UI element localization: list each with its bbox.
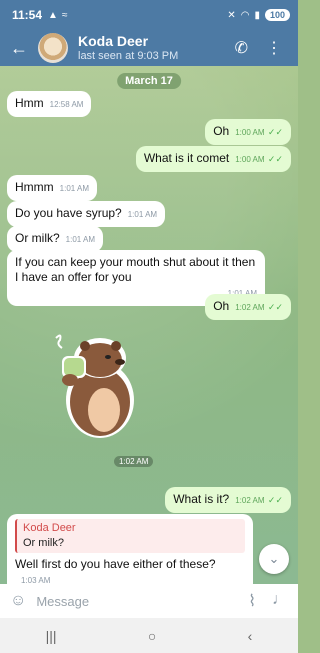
message-time: 1:02 AM	[235, 303, 265, 312]
read-checkmark-icon: ✓✓	[267, 127, 283, 137]
home-icon[interactable]: ○	[148, 628, 156, 644]
notification-icon: ▲	[48, 9, 58, 21]
date-separator: March 17	[117, 73, 181, 89]
reply-quote[interactable]: Koda Deer Or milk?	[15, 519, 245, 553]
message-time: 1:00 AM	[235, 155, 265, 164]
read-checkmark-icon: ✓✓	[267, 302, 283, 312]
message-time: 12:58 AM	[49, 100, 84, 109]
more-menu-icon[interactable]: ⋮	[266, 38, 282, 58]
message-bubble[interactable]: Hmm 12:58 AM	[7, 91, 92, 117]
battery-indicator: 100	[264, 9, 290, 21]
message-text: Hmmm	[15, 180, 54, 194]
last-seen-status: last seen at 9:03 PM	[78, 49, 179, 62]
message-time: 1:02 AM	[235, 496, 265, 505]
message-time: 1:01 AM	[59, 184, 90, 193]
call-icon[interactable]: ✆	[235, 38, 248, 58]
reply-text: Or milk?	[23, 537, 64, 549]
message-text: Or milk?	[15, 231, 60, 245]
back-arrow-icon[interactable]: ←	[0, 38, 38, 59]
message-time: 1:02 AM	[114, 456, 154, 467]
message-time: 1:00 AM	[235, 128, 265, 137]
read-checkmark-icon: ✓✓	[267, 154, 283, 164]
read-checkmark-icon: ✓✓	[267, 495, 283, 505]
system-nav-bar: ||| ○ ‹	[0, 618, 298, 653]
attach-icon[interactable]: ⌇	[248, 591, 256, 611]
message-bubble[interactable]: Koda Deer Or milk? Well first do you hav…	[7, 514, 253, 584]
otter-sticker[interactable]	[40, 330, 152, 438]
message-time: 1:03 AM	[21, 576, 51, 584]
message-bubble[interactable]: Hmmm 1:01 AM	[7, 175, 98, 201]
scroll-down-button[interactable]: ⌄	[259, 544, 289, 574]
wifi-icon: ◠	[240, 9, 250, 21]
emoji-icon[interactable]: ☺	[10, 592, 26, 610]
recent-apps-icon[interactable]: |||	[46, 628, 57, 644]
message-text: What is it?	[173, 492, 230, 506]
avatar[interactable]	[38, 33, 68, 63]
message-input[interactable]	[36, 593, 249, 609]
reply-author: Koda Deer	[23, 522, 76, 534]
message-bubble[interactable]: Oh 1:02 AM ✓✓	[205, 294, 291, 320]
status-bar: 11:54 ▲ ≈ ✕ ◠ ▮ 100	[0, 0, 298, 30]
message-text: Well first do you have either of these?	[15, 557, 216, 571]
message-bubble[interactable]: Do you have syrup? 1:01 AM	[7, 201, 166, 227]
message-time: 1:01 AM	[65, 235, 96, 244]
mute-icon: ✕	[227, 9, 236, 21]
message-time: 1:01 AM	[127, 210, 158, 219]
chat-header: ← Koda Deer last seen at 9:03 PM ✆ ⋮	[0, 30, 298, 66]
message-text: Hmm	[15, 96, 44, 110]
contact-name: Koda Deer	[78, 33, 149, 49]
message-text: What is it comet	[143, 151, 230, 165]
message-text: Do you have syrup?	[15, 206, 122, 220]
message-composer: ☺ ⌇ ♩	[0, 584, 298, 618]
message-text: Oh	[213, 124, 230, 138]
message-bubble[interactable]: Oh 1:00 AM ✓✓	[205, 119, 291, 145]
chat-title-block[interactable]: Koda Deer last seen at 9:03 PM	[78, 33, 178, 63]
microphone-icon[interactable]: ♩	[272, 591, 288, 611]
chevron-down-icon: ⌄	[268, 551, 280, 566]
cast-icon: ≈	[61, 9, 68, 21]
message-bubble[interactable]: Or milk? 1:01 AM	[7, 226, 104, 252]
status-time: 11:54	[12, 8, 43, 22]
back-icon[interactable]: ‹	[248, 628, 253, 644]
message-text: Oh	[213, 299, 230, 313]
message-text: If you can keep your mouth shut about it…	[15, 255, 256, 284]
message-bubble[interactable]: What is it? 1:02 AM ✓✓	[165, 487, 291, 513]
signal-icon: ▮	[254, 9, 260, 21]
message-bubble[interactable]: What is it comet 1:00 AM ✓✓	[135, 146, 291, 172]
chat-area[interactable]: March 17 Hmm 12:58 AM Oh 1:00 AM ✓✓ What i…	[0, 66, 298, 584]
